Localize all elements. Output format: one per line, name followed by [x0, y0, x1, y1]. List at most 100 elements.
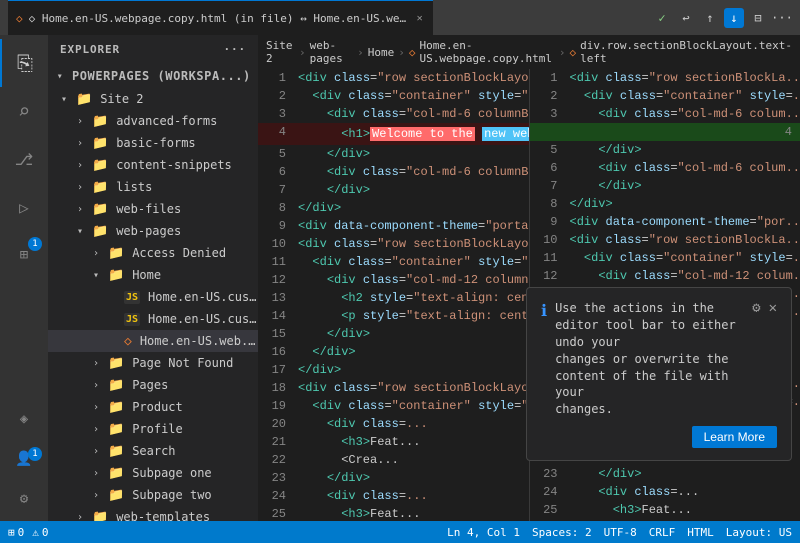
split-editor-button[interactable]: ⊟	[748, 8, 768, 28]
sub2-arrow: ›	[88, 490, 104, 501]
activity-settings[interactable]: ⚙	[0, 481, 48, 517]
scm-icon: ⎇	[15, 150, 33, 169]
tree-item-subpage-two[interactable]: › 📁 Subpage two	[48, 484, 258, 506]
sub1-arrow: ›	[88, 468, 104, 479]
error-icon: ⚠	[32, 526, 39, 539]
tree-item-subpage-one[interactable]: › 📁 Subpage one	[48, 462, 258, 484]
tree-item-profile[interactable]: › 📁 Profile	[48, 418, 258, 440]
tree-item-content-snippets[interactable]: › 📁 content-snippets	[48, 154, 258, 176]
tree-item-home-js1[interactable]: › JS Home.en-US.cust...	[48, 286, 258, 308]
remote-label: 0	[18, 526, 25, 539]
status-remote[interactable]: ⊞ 0	[8, 526, 24, 539]
tree-item-access-denied[interactable]: › 📁 Access Denied	[48, 242, 258, 264]
tree-item-pages[interactable]: › 📁 Pages	[48, 374, 258, 396]
status-eol[interactable]: CRLF	[649, 526, 676, 539]
code-line: 13 <h2 style="text-align: cente...	[258, 289, 529, 307]
tree-item-site2[interactable]: ▾ 📁 Site 2	[48, 88, 258, 110]
code-line: 20 <div class=...	[258, 415, 529, 433]
undo-button[interactable]: ↩	[676, 8, 696, 28]
pnf-label: Page Not Found	[132, 356, 233, 370]
notification-gear-icon[interactable]: ⚙	[752, 300, 760, 316]
bc-site2[interactable]: Site 2	[266, 39, 295, 65]
activity-search[interactable]: ⌕	[0, 87, 48, 135]
tree-item-web-pages[interactable]: ▾ 📁 web-pages	[48, 220, 258, 242]
activity-scm[interactable]: ⎇	[0, 135, 48, 183]
code-line: 22 <Crea...	[258, 451, 529, 469]
bc-element[interactable]: div.row.sectionBlockLayout.text-left	[580, 39, 792, 65]
status-bar-right: Ln 4, Col 1 Spaces: 2 UTF-8 CRLF HTML La…	[447, 526, 792, 539]
tab-label: ◇ Home.en-US.webpage.copy.html (in file)…	[29, 12, 409, 25]
folder-icon: 📁	[92, 158, 108, 173]
code-line: 8 </div>	[258, 199, 529, 217]
profile-arrow: ›	[88, 424, 104, 435]
ad-arrow: ›	[88, 248, 104, 259]
tree-item-home[interactable]: ▾ 📁 Home	[48, 264, 258, 286]
code-line: 5 </div>	[258, 145, 529, 163]
tab-close-icon[interactable]: ✕	[415, 11, 425, 26]
code-line: 15 </div>	[258, 325, 529, 343]
status-errors[interactable]: ⚠ 0	[32, 526, 48, 539]
code-line: 24 <div class=...	[530, 483, 800, 501]
activity-extensions[interactable]: ⊞ 1	[0, 231, 48, 279]
left-editor-content[interactable]: 1 <div class="row sectionBlockLayou... 2…	[258, 69, 529, 521]
tree-item-home-js2[interactable]: › JS Home.en-US.cust...	[48, 308, 258, 330]
code-line: 26 <p>Create a short descr...	[530, 519, 800, 521]
activity-powerpages[interactable]: ◈	[0, 401, 48, 437]
sub2-label: Subpage two	[132, 488, 211, 502]
notification-close-button[interactable]: ✕	[769, 300, 777, 316]
explorer-icon: ⎘	[17, 51, 33, 75]
product-arrow: ›	[88, 402, 104, 413]
code-line: 7 </div>	[530, 177, 800, 195]
new-file-icon[interactable]: ···	[223, 43, 246, 56]
tree-item-web-files[interactable]: › 📁 web-files	[48, 198, 258, 220]
left-editor[interactable]: 1 <div class="row sectionBlockLayou... 2…	[258, 69, 529, 521]
activity-account[interactable]: 👤 1	[0, 441, 48, 477]
tree-item-page-not-found[interactable]: › 📁 Page Not Found	[48, 352, 258, 374]
code-line: 10 <div class="row sectionBlockLa...	[530, 231, 800, 249]
down-button[interactable]: ↓	[724, 8, 744, 28]
more-actions-button[interactable]: ···	[772, 8, 792, 28]
bc-file-icon: ◇	[409, 46, 416, 59]
activity-debug[interactable]: ▷	[0, 183, 48, 231]
status-encoding[interactable]: UTF-8	[604, 526, 637, 539]
folder-icon: 📁	[92, 180, 108, 195]
folder-icon: 📁	[108, 422, 124, 437]
status-position[interactable]: Ln 4, Col 1	[447, 526, 520, 539]
up-button[interactable]: ↑	[700, 8, 720, 28]
status-spaces[interactable]: Spaces: 2	[532, 526, 592, 539]
bc-filename[interactable]: Home.en-US.webpage.copy.html	[420, 39, 555, 65]
notification-text: Use the actions in the editor tool bar t…	[555, 300, 744, 418]
sidebar-title: Explorer	[60, 43, 120, 56]
tree-item-product[interactable]: › 📁 Product	[48, 396, 258, 418]
tree-item-search[interactable]: › 📁 Search	[48, 440, 258, 462]
bf-label: basic-forms	[116, 136, 195, 150]
tree-item-web-templates[interactable]: › 📁 web-templates	[48, 506, 258, 521]
code-line: 9 <div data-component-theme="por...	[530, 213, 800, 231]
status-bar: ⊞ 0 ⚠ 0 Ln 4, Col 1 Spaces: 2 UTF-8 CRLF…	[0, 521, 800, 543]
bc-web-pages[interactable]: web-pages	[310, 39, 354, 65]
js-file-icon: JS	[124, 291, 140, 304]
workspace-arrow: ▾	[52, 71, 68, 82]
cs-label: content-snippets	[116, 158, 232, 172]
bc-home[interactable]: Home	[368, 46, 395, 59]
tab-editor[interactable]: ◇ ◇ Home.en-US.webpage.copy.html (in fil…	[8, 0, 433, 35]
notification-line3: changes.	[555, 402, 613, 416]
status-layout[interactable]: Layout: US	[726, 526, 792, 539]
tree-item-basic-forms[interactable]: › 📁 basic-forms	[48, 132, 258, 154]
wf-label: web-files	[116, 202, 181, 216]
tree-item-home-html[interactable]: › ◇ Home.en-US.web...	[48, 330, 258, 352]
tree-item-lists[interactable]: › 📁 lists	[48, 176, 258, 198]
bc-element-icon: ◇	[569, 46, 576, 59]
learn-more-button[interactable]: Learn More	[692, 426, 777, 448]
code-line: 3 <div class="col-md-6 columnBl...	[258, 105, 529, 123]
hjs2-label: Home.en-US.cust...	[148, 312, 258, 326]
status-language[interactable]: HTML	[687, 526, 714, 539]
editor-toolbar-actions: ✓ ↩ ↑ ↓ ⊟ ···	[652, 8, 792, 28]
folder-icon: 📁	[108, 356, 124, 371]
sub1-label: Subpage one	[132, 466, 211, 480]
accept-button[interactable]: ✓	[652, 8, 672, 28]
activity-explorer[interactable]: ⎘	[0, 39, 48, 87]
tree-item-advanced-forms[interactable]: › 📁 advanced-forms	[48, 110, 258, 132]
workspace-header[interactable]: ▾ POWERPAGES (WORKSPA...)	[48, 64, 258, 88]
lists-arrow: ›	[72, 182, 88, 193]
